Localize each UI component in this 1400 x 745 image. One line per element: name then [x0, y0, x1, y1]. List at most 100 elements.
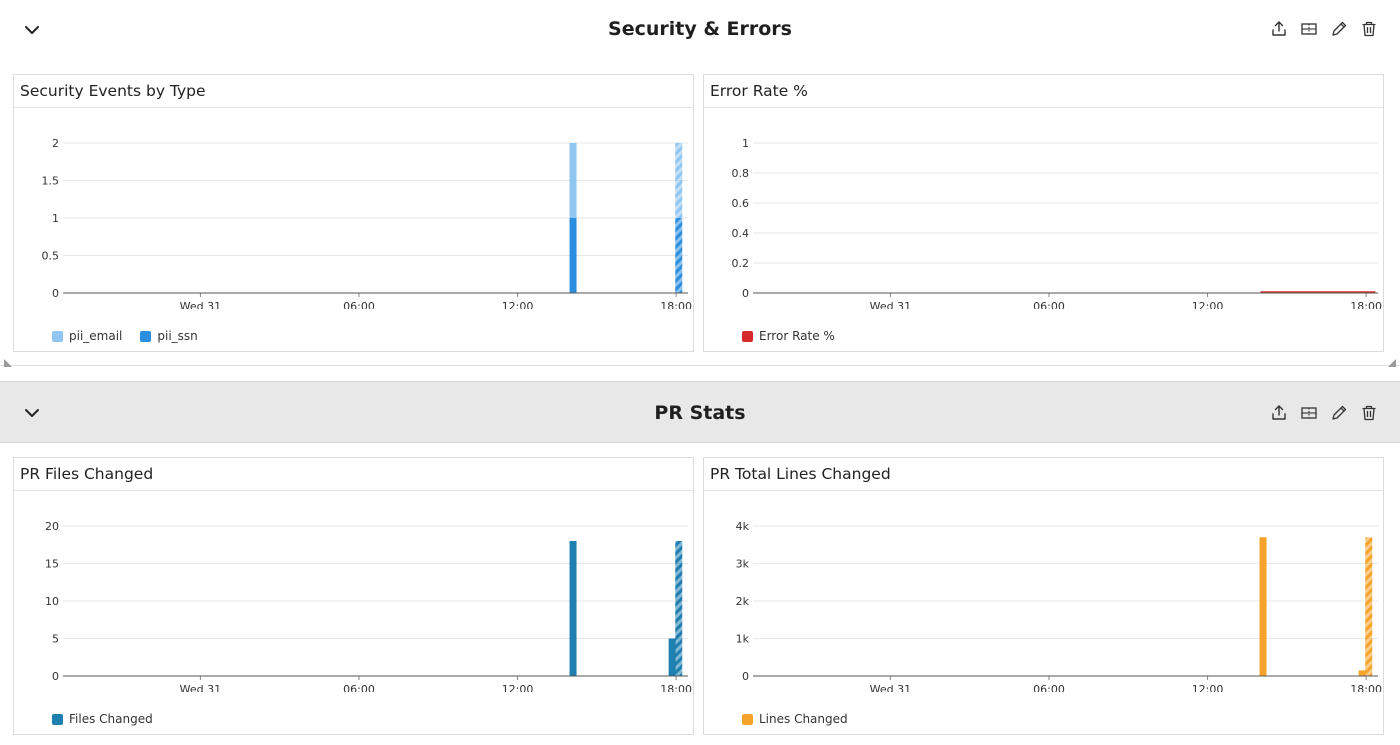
x-tick-label: 18:00 [1350, 683, 1382, 692]
bar-pii_email [569, 143, 577, 218]
y-tick-label: 0.4 [732, 227, 750, 240]
legend-item[interactable]: pii_email [52, 329, 122, 343]
legend-label: Files Changed [69, 712, 153, 726]
layout-icon[interactable] [1300, 20, 1318, 38]
panel-title: Error Rate % [710, 82, 808, 100]
chart-pr-files-changed: 0 5 10 15 20 Wed 31 06:00 12:00 18:00 [45, 520, 692, 692]
export-icon[interactable] [1270, 20, 1288, 38]
chart-security-events: 0 0.5 1 1.5 2 Wed 31 06:00 12:00 18:00 [42, 137, 692, 309]
x-tick-label: Wed 31 [870, 683, 911, 692]
legend-item[interactable]: Error Rate % [742, 329, 835, 343]
y-tick-label: 0.2 [732, 257, 750, 270]
section-security-errors: Security & Errors Security Events by Typ… [0, 0, 1400, 367]
chart-legend: Error Rate % [742, 329, 835, 343]
x-tick-label: Wed 31 [180, 683, 221, 692]
trash-icon[interactable] [1360, 20, 1378, 38]
y-tick-label: 5 [52, 633, 59, 646]
section-title: Security & Errors [608, 18, 792, 40]
x-tick-label: 18:00 [660, 300, 692, 309]
x-tick-label: 06:00 [1033, 300, 1065, 309]
bar-Lines Changed [1365, 537, 1373, 676]
section-header: PR Stats [0, 381, 1400, 443]
section-pr-stats: PR Stats PR Files Changed 0 5 10 15 20 Wed 31… [0, 381, 1400, 745]
y-tick-label: 3k [736, 558, 750, 571]
y-tick-label: 4k [736, 520, 750, 533]
y-tick-label: 1 [52, 212, 59, 225]
x-tick-label: Wed 31 [870, 300, 911, 309]
bar-pii_email [675, 143, 683, 218]
legend-label: pii_ssn [157, 329, 198, 343]
x-tick-label: 06:00 [1033, 683, 1065, 692]
y-tick-label: 0.6 [732, 197, 750, 210]
chart-legend: Lines Changed [742, 712, 848, 726]
legend-swatch [52, 713, 63, 725]
panel-error-rate[interactable]: Error Rate % 0 0.2 0.4 0.6 0.8 1 Wed 31 06:00 12… [703, 74, 1384, 352]
y-tick-label: 0.8 [732, 167, 750, 180]
legend-item[interactable]: pii_ssn [140, 329, 198, 343]
bar-pii_ssn [675, 218, 683, 293]
chart-legend: pii_email pii_ssn [52, 329, 198, 343]
panel-security-events[interactable]: Security Events by Type 0 0.5 1 1.5 2 Wed 31 0… [13, 74, 694, 352]
y-tick-label: 0 [742, 670, 749, 683]
bar-Files Changed [569, 541, 577, 676]
bar-pii_ssn [569, 218, 577, 293]
y-tick-label: 1k [736, 633, 750, 646]
trash-icon[interactable] [1360, 404, 1378, 422]
legend-item[interactable]: Files Changed [52, 712, 153, 726]
x-tick-label: Wed 31 [180, 300, 221, 309]
panel-title: Security Events by Type [20, 82, 206, 100]
x-tick-label: 18:00 [660, 683, 692, 692]
panel-pr-total-lines[interactable]: PR Total Lines Changed 0 1k 2k 3k 4k Wed 31 06… [703, 457, 1384, 735]
panel-pr-files-changed[interactable]: PR Files Changed 0 5 10 15 20 Wed 31 06:00 12:0… [13, 457, 694, 735]
layout-icon[interactable] [1300, 404, 1318, 422]
resize-handle-icon[interactable] [1386, 352, 1396, 367]
legend-swatch [742, 713, 753, 725]
x-tick-label: 12:00 [1192, 300, 1224, 309]
legend-swatch [742, 330, 753, 342]
y-tick-label: 0 [52, 670, 59, 683]
panel-header: PR Total Lines Changed [704, 458, 1383, 491]
bar-Files Changed [668, 638, 676, 676]
bar-Files Changed [675, 541, 683, 676]
resize-handle-icon[interactable] [4, 352, 14, 367]
y-tick-label: 0.5 [42, 250, 60, 263]
x-tick-label: 18:00 [1350, 300, 1382, 309]
chart-error-rate: 0 0.2 0.4 0.6 0.8 1 Wed 31 06:00 12:00 18:00 [732, 137, 1382, 309]
legend-item[interactable]: Lines Changed [742, 712, 848, 726]
legend-label: Lines Changed [759, 712, 848, 726]
legend-swatch [140, 330, 152, 342]
section-header: Security & Errors [0, 0, 1400, 60]
y-tick-label: 10 [45, 595, 59, 608]
bar-Lines Changed [1358, 670, 1366, 676]
y-tick-label: 20 [45, 520, 59, 533]
y-tick-label: 0 [742, 287, 749, 300]
edit-icon[interactable] [1330, 20, 1348, 38]
panel-header: PR Files Changed [14, 458, 693, 491]
edit-icon[interactable] [1330, 404, 1348, 422]
bar-Lines Changed [1259, 537, 1267, 676]
y-tick-label: 1 [742, 137, 749, 150]
y-tick-label: 2 [52, 137, 59, 150]
legend-swatch [52, 330, 63, 342]
chart-pr-total-lines: 0 1k 2k 3k 4k Wed 31 06:00 12:00 18:00 [736, 520, 1382, 692]
y-tick-label: 2k [736, 595, 750, 608]
y-tick-label: 1.5 [42, 175, 60, 188]
x-tick-label: 06:00 [343, 300, 375, 309]
x-tick-label: 12:00 [502, 300, 534, 309]
export-icon[interactable] [1270, 404, 1288, 422]
x-tick-label: 12:00 [502, 683, 534, 692]
y-tick-label: 0 [52, 287, 59, 300]
panel-title: PR Total Lines Changed [710, 465, 891, 483]
panel-header: Security Events by Type [14, 75, 693, 108]
legend-label: Error Rate % [759, 329, 835, 343]
x-tick-label: 06:00 [343, 683, 375, 692]
section-toolbar [1270, 20, 1378, 38]
x-tick-label: 12:00 [1192, 683, 1224, 692]
chart-legend: Files Changed [52, 712, 153, 726]
section-title: PR Stats [654, 402, 746, 424]
panel-header: Error Rate % [704, 75, 1383, 108]
y-tick-label: 15 [45, 558, 59, 571]
section-toolbar [1270, 404, 1378, 422]
legend-label: pii_email [69, 329, 123, 343]
panel-title: PR Files Changed [20, 465, 154, 483]
